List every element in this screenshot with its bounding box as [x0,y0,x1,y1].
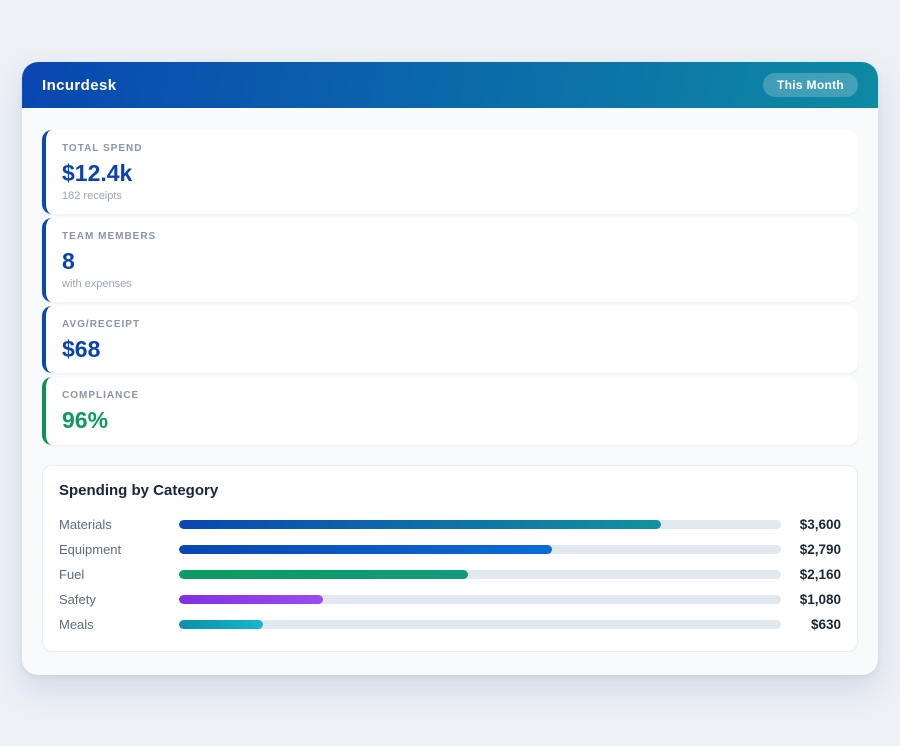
category-value: $630 [810,616,841,632]
category-bar-fill [179,569,468,579]
stat-value: 96% [62,407,109,434]
category-value: $2,790 [799,541,841,557]
category-bar-fill [179,619,264,629]
category-row-fuel: Fuel $2,160 [59,562,841,587]
stats-list: TOTAL SPEND $12.4k 182 receipts TEAM MEMBER… [42,130,858,445]
category-value: $2,160 [799,566,841,582]
category-row-safety: Safety $1,080 [59,587,841,612]
category-row-meals: Meals $630 [59,612,841,637]
stat-value: $68 [62,336,101,363]
category-label: Fuel [59,566,85,582]
category-bar-track [179,544,781,554]
dashboard-content: TOTAL SPEND $12.4k 182 receipts TEAM MEMBER… [22,108,878,652]
stat-card-compliance: COMPLIANCE 96% [42,377,858,445]
stat-label: TEAM MEMBERS [62,231,157,243]
stat-subtext: 182 receipts [62,190,122,203]
category-label: Materials [59,516,112,532]
category-rows: Materials $3,600 Equipment $2,790 Fuel $2,160… [59,512,841,637]
app-title: Incurdesk [42,76,117,94]
category-chart-title: Spending by Category [59,481,219,499]
stat-label: TOTAL SPEND [62,143,143,154]
category-bar-fill [179,594,324,604]
category-row-equipment: Equipment $2,790 [59,537,841,562]
stat-card-team-members: TEAM MEMBERS 8 with expenses [42,218,858,303]
period-badge[interactable]: This Month [763,73,858,97]
stat-label: COMPLIANCE [62,390,140,402]
app-header: Incurdesk This Month [22,62,878,108]
category-bar-track [179,594,781,604]
spending-by-category-card: Spending by Category Materials $3,600 Equi… [42,464,858,652]
stat-value: $12.4k [62,160,133,186]
category-bar-track [179,619,781,629]
category-label: Equipment [59,541,122,557]
category-label: Meals [59,616,94,632]
category-value: $1,080 [799,591,841,607]
stat-label: AVG/RECEIPT [62,319,141,331]
stat-subtext: with expenses [62,278,132,291]
category-value: $3,600 [799,516,841,532]
dashboard-panel: Incurdesk This Month TOTAL SPEND $12.4k 18… [22,62,878,675]
category-bar-fill [179,544,553,554]
category-bar-fill [179,519,661,529]
stat-card-avg-receipt: AVG/RECEIPT $68 [42,306,858,374]
category-bar-track [179,569,781,579]
category-row-materials: Materials $3,600 [59,512,841,537]
stat-card-total-spend: TOTAL SPEND $12.4k 182 receipts [42,130,858,215]
stat-value: 8 [62,248,75,275]
category-label: Safety [59,591,96,607]
category-bar-track [179,519,781,529]
